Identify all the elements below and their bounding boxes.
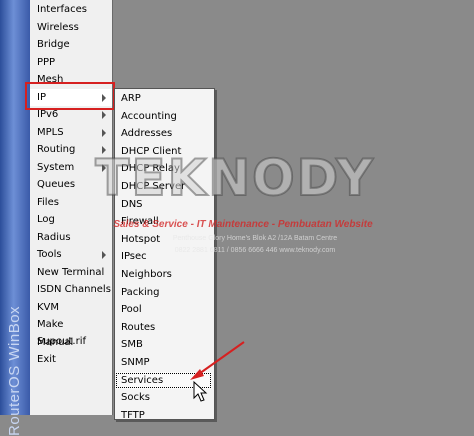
menu-item-label: Exit (37, 354, 56, 365)
menu-item-label: Bridge (37, 39, 70, 50)
watermark-contact: 0822 2881 6811 / 0856 6666 446 www.tekno… (174, 247, 336, 254)
submenu-arrow-icon (102, 251, 106, 259)
submenu-item-label: Neighbors (121, 269, 172, 280)
winbox-side-strip: RouterOS WinBox (0, 0, 30, 436)
menu-item-isdn-channels[interactable]: ISDN Channels (30, 281, 112, 298)
menu-item-label: Interfaces (37, 4, 87, 15)
menu-item-tools[interactable]: Tools (30, 246, 112, 263)
menu-item-kvm[interactable]: KVM (30, 299, 112, 316)
menu-item-label: ISDN Channels (37, 284, 111, 295)
menu-item-interfaces[interactable]: Interfaces (30, 1, 112, 18)
submenu-item-label: Routes (121, 321, 156, 333)
ip-highlight-box (25, 82, 115, 110)
menu-item-label: Routing (37, 144, 76, 155)
menu-item-label: Wireless (37, 21, 79, 33)
menu-item-mpls[interactable]: MPLS (30, 124, 112, 141)
menu-item-make-supout[interactable]: Make Supout.rif (30, 316, 112, 347)
menu-item-label: PPP (37, 56, 56, 68)
menu-item-bridge[interactable]: Bridge (30, 36, 112, 53)
submenu-item-label: Services (121, 374, 164, 386)
menu-item-new-terminal[interactable]: New Terminal (30, 264, 112, 281)
menu-item-label: Radius (37, 231, 71, 243)
submenu-item-routes[interactable]: Routes (115, 319, 212, 337)
submenu-item-socks[interactable]: Socks (115, 389, 212, 407)
menu-item-exit[interactable]: Exit (30, 351, 112, 368)
submenu-item-label: Packing (121, 286, 160, 298)
winbox-side-title: RouterOS WinBox (6, 305, 23, 436)
menu-item-label: Files (37, 196, 59, 208)
menu-item-ppp[interactable]: PPP (30, 54, 112, 71)
submenu-item-pool[interactable]: Pool (115, 301, 212, 319)
submenu-item-snmp[interactable]: SNMP (115, 354, 212, 372)
menu-item-label: New Terminal (37, 266, 105, 278)
submenu-item-label: Addresses (121, 128, 173, 140)
menu-item-label: MPLS (37, 126, 64, 138)
menu-item-wireless[interactable]: Wireless (30, 19, 112, 36)
menu-item-log[interactable]: Log (30, 211, 112, 228)
menu-item-label: Log (37, 214, 55, 225)
submenu-item-packing[interactable]: Packing (115, 284, 212, 302)
submenu-item-addresses[interactable]: Addresses (115, 125, 212, 143)
watermark-address: Penthouse Glory Home's Blok A2 /12A Bata… (172, 235, 338, 242)
submenu-item-arp[interactable]: ARP (115, 90, 212, 108)
submenu-item-label: Socks (121, 392, 150, 404)
submenu-item-label: Accounting (121, 110, 177, 122)
submenu-item-label: TFTP (121, 409, 145, 421)
watermark-tagline: Sales & Service - IT Maintenance - Pembu… (113, 219, 373, 230)
menu-item-label: Queues (37, 179, 76, 190)
submenu-item-services[interactable]: Services (115, 371, 212, 390)
menu-item-label: KVM (37, 301, 60, 313)
submenu-arrow-icon (102, 111, 106, 119)
submenu-item-label: Pool (121, 304, 142, 316)
submenu-item-tftp[interactable]: TFTP (115, 407, 212, 425)
menu-item-radius[interactable]: Radius (30, 229, 112, 246)
menu-item-label: System (37, 161, 75, 173)
submenu-item-label: SMB (121, 339, 143, 351)
menu-item-label: Manual (37, 336, 74, 348)
submenu-arrow-icon (102, 128, 106, 137)
menu-item-manual[interactable]: Manual (30, 334, 112, 351)
menu-item-label: Tools (37, 249, 62, 260)
submenu-item-label: ARP (121, 93, 141, 104)
menu-item-label: IPv6 (37, 109, 59, 120)
submenu-item-smb[interactable]: SMB (115, 336, 212, 354)
submenu-item-accounting[interactable]: Accounting (115, 108, 212, 126)
submenu-item-neighbors[interactable]: Neighbors (115, 266, 212, 284)
ip-submenu: ARP Accounting Addresses DHCP Client DHC… (114, 88, 215, 421)
submenu-item-label: SNMP (121, 357, 150, 368)
watermark-brand: TEKNODY (94, 148, 375, 208)
